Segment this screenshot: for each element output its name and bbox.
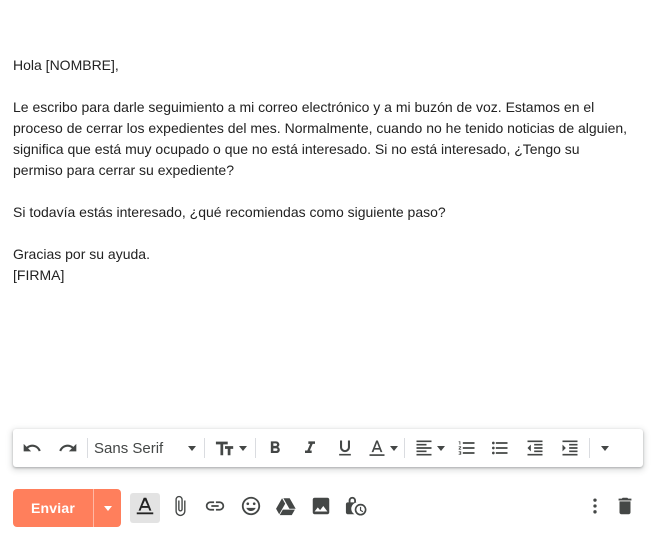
font-family-label: Sans Serif — [94, 439, 164, 457]
redo-button[interactable] — [51, 429, 85, 467]
underline-button[interactable] — [328, 429, 362, 467]
chevron-down-icon — [103, 505, 112, 511]
align-button[interactable] — [407, 429, 451, 467]
send-button-group: Enviar — [13, 489, 121, 527]
text-color-icon — [367, 438, 387, 458]
insert-emoji-button[interactable] — [236, 493, 266, 523]
more-formatting-icon — [601, 445, 609, 451]
indent-more-icon — [560, 438, 580, 458]
italic-icon — [300, 438, 320, 458]
indent-less-icon — [525, 438, 545, 458]
bulleted-list-button[interactable] — [483, 429, 517, 467]
indent-more-button[interactable] — [553, 429, 587, 467]
toolbar-divider — [87, 438, 88, 458]
insert-drive-button[interactable] — [271, 493, 301, 523]
send-button[interactable]: Enviar — [13, 489, 93, 527]
emoji-icon — [240, 495, 262, 522]
photo-icon — [310, 495, 332, 522]
formatting-toolbar: Sans Serif — [13, 429, 643, 467]
link-icon — [204, 495, 226, 522]
indent-less-button[interactable] — [517, 429, 553, 467]
align-icon — [414, 438, 434, 458]
italic-button[interactable] — [292, 429, 328, 467]
bold-button[interactable] — [258, 429, 292, 467]
chevron-down-icon — [238, 445, 247, 451]
discard-draft-button[interactable] — [610, 493, 640, 523]
drive-icon — [275, 495, 297, 522]
undo-button[interactable] — [13, 429, 51, 467]
greeting-line: Hola [NOMBRE], — [13, 57, 119, 73]
formatting-options-button[interactable] — [130, 493, 160, 523]
formatting-options-icon — [134, 495, 156, 522]
discard-icon — [614, 495, 636, 522]
confidential-mode-icon — [345, 495, 367, 522]
toolbar-divider — [404, 438, 405, 458]
confidential-mode-button[interactable] — [341, 493, 371, 523]
undo-icon — [22, 438, 42, 458]
more-formatting-button[interactable] — [592, 429, 618, 467]
toolbar-divider — [589, 438, 590, 458]
insert-photo-button[interactable] — [306, 493, 336, 523]
chevron-down-icon — [436, 445, 445, 451]
compose-actions-bar: Enviar — [13, 489, 643, 527]
redo-icon — [58, 438, 78, 458]
send-options-button[interactable] — [94, 489, 121, 527]
bold-icon — [265, 438, 285, 458]
message-body[interactable]: Hola [NOMBRE], Le escribo para darle seg… — [13, 55, 633, 286]
numbered-list-button[interactable] — [451, 429, 483, 467]
closing-line: Gracias por su ayuda. — [13, 246, 150, 262]
body-paragraph-2: Si todavía estás interesado, ¿qué recomi… — [13, 204, 446, 220]
text-color-button[interactable] — [362, 429, 402, 467]
insert-link-button[interactable] — [200, 493, 230, 523]
attach-icon — [169, 495, 191, 522]
underline-icon — [335, 438, 355, 458]
attach-button[interactable] — [165, 493, 195, 523]
toolbar-divider — [255, 438, 256, 458]
signature-line: [FIRMA] — [13, 267, 65, 283]
chevron-down-icon — [389, 445, 398, 451]
font-size-icon — [214, 438, 236, 458]
toolbar-divider — [204, 438, 205, 458]
chevron-down-icon — [188, 445, 196, 451]
font-size-button[interactable] — [207, 429, 253, 467]
numbered-list-icon — [457, 438, 477, 458]
body-paragraph-1: Le escribo para darle seguimiento a mi c… — [13, 99, 628, 178]
more-options-button[interactable] — [580, 493, 610, 523]
more-options-icon — [585, 496, 605, 521]
font-family-select[interactable]: Sans Serif — [90, 429, 202, 467]
bulleted-list-icon — [490, 438, 510, 458]
